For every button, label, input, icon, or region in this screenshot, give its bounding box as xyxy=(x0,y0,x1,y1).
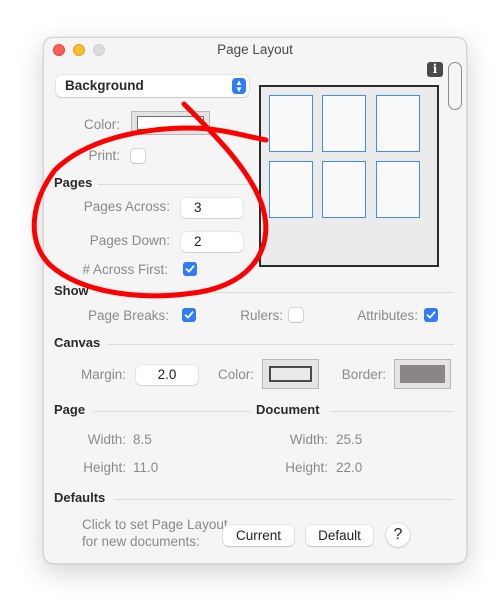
chevron-up-down-icon: ▲ ▼ xyxy=(232,78,246,94)
rulers-label: Rulers: xyxy=(240,308,283,323)
preview-page xyxy=(269,95,313,152)
background-color-well[interactable] xyxy=(131,111,210,135)
page-breaks-label: Page Breaks: xyxy=(87,308,169,323)
defaults-description: Click to set Page Layout for new documen… xyxy=(82,516,228,550)
print-checkbox[interactable] xyxy=(131,149,145,163)
page-height-label: Height: xyxy=(83,460,126,475)
checkmark-icon xyxy=(184,311,194,319)
default-button[interactable]: Default xyxy=(306,525,373,546)
defaults-section-title: Defaults xyxy=(54,490,106,505)
info-icon[interactable]: i xyxy=(427,62,443,77)
pages-section-title: Pages xyxy=(54,175,93,190)
document-width-label: Width: xyxy=(289,432,328,447)
show-section-divider xyxy=(96,292,454,293)
canvas-color-well[interactable] xyxy=(262,359,319,389)
help-button[interactable]: ? xyxy=(386,523,410,547)
defaults-section-divider xyxy=(114,499,454,500)
pages-down-field[interactable]: 2 xyxy=(181,232,243,252)
layer-popup-button[interactable]: Background ▲ ▼ xyxy=(56,75,249,97)
document-width-value: 25.5 xyxy=(336,432,363,447)
canvas-border-label: Border: xyxy=(341,367,386,382)
layer-popup-value: Background xyxy=(65,78,144,93)
document-section-title: Document xyxy=(256,402,320,417)
checkmark-icon xyxy=(185,265,195,273)
attributes-label: Attributes: xyxy=(357,308,418,323)
page-layout-preview xyxy=(259,85,439,267)
preview-page xyxy=(376,161,420,218)
preview-page xyxy=(322,161,366,218)
pages-down-label: Pages Down: xyxy=(89,233,170,248)
page-width-label: Width: xyxy=(87,432,126,447)
canvas-section-divider xyxy=(107,344,454,345)
background-color-label: Color: xyxy=(83,117,120,132)
print-label: Print: xyxy=(88,148,120,163)
page-width-value: 8.5 xyxy=(133,432,152,447)
background-color-swatch xyxy=(137,116,204,130)
defaults-description-line2: for new documents: xyxy=(82,534,200,549)
title-bar[interactable]: Page Layout xyxy=(44,38,466,62)
margin-label: Margin: xyxy=(80,367,126,382)
page-section-title: Page xyxy=(54,402,86,417)
current-button[interactable]: Current xyxy=(223,525,294,546)
pages-across-field[interactable]: 3 xyxy=(181,198,243,218)
rulers-checkbox[interactable] xyxy=(289,308,303,322)
document-height-label: Height: xyxy=(285,460,328,475)
canvas-color-label: Color: xyxy=(217,367,254,382)
attributes-checkbox[interactable] xyxy=(424,308,438,322)
across-first-checkbox[interactable] xyxy=(183,262,197,276)
preview-page xyxy=(322,95,366,152)
pages-section-divider xyxy=(98,184,256,185)
canvas-color-swatch xyxy=(269,366,312,382)
across-first-label: # Across First: xyxy=(82,262,168,277)
canvas-border-swatch xyxy=(400,365,445,383)
margin-field[interactable]: 2.0 xyxy=(136,365,198,385)
page-section-divider xyxy=(93,411,251,412)
page-breaks-checkbox[interactable] xyxy=(182,308,196,322)
defaults-description-line1: Click to set Page Layout xyxy=(82,517,228,532)
show-section-title: Show xyxy=(54,283,89,298)
window-title: Page Layout xyxy=(217,42,293,57)
page-layout-window: Page Layout i Background ▲ ▼ Color: Print… xyxy=(43,37,467,564)
checkmark-icon xyxy=(426,311,436,319)
document-section-divider xyxy=(331,411,454,412)
pages-across-label: Pages Across: xyxy=(83,199,170,214)
page-height-value: 11.0 xyxy=(133,460,159,475)
scrollbar-thumb[interactable] xyxy=(448,62,462,110)
canvas-border-color-well[interactable] xyxy=(394,359,451,389)
canvas-section-title: Canvas xyxy=(54,335,101,350)
preview-page xyxy=(269,161,313,218)
document-height-value: 22.0 xyxy=(336,460,363,475)
preview-page xyxy=(376,95,420,152)
